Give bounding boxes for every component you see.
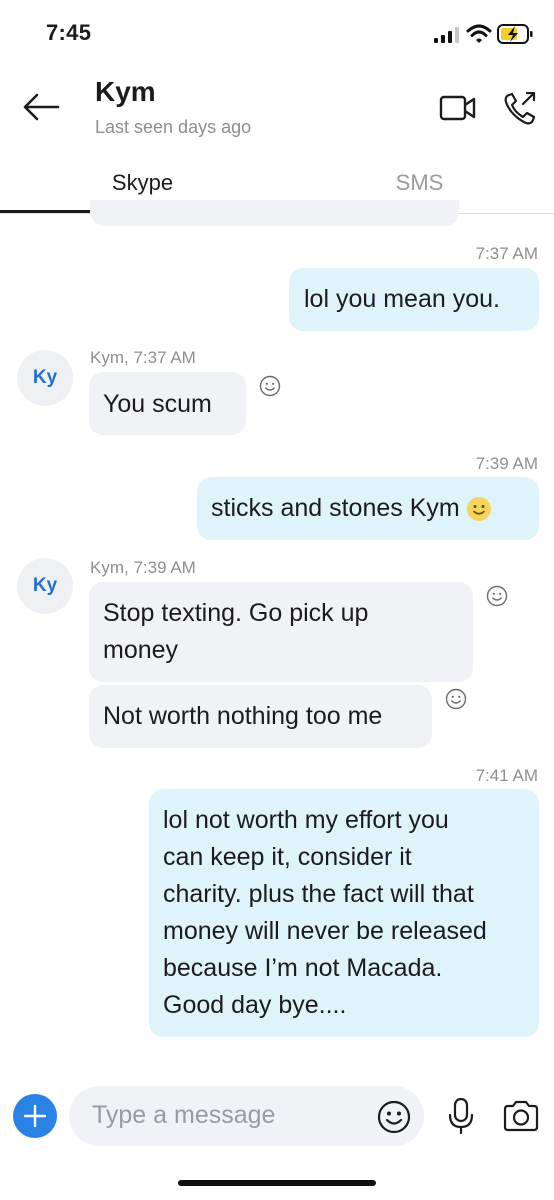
message-input-placeholder: Type a message (92, 1101, 276, 1129)
message-text: You scum (103, 390, 212, 418)
add-button[interactable] (13, 1094, 57, 1138)
sender-line: Kym, 7:39 AM (90, 558, 196, 577)
phone-call-icon[interactable] (503, 92, 537, 126)
partial-message-bubble (90, 200, 459, 226)
battery-charging-icon (497, 24, 533, 44)
outgoing-message[interactable]: lol not worth my effort you can keep it,… (149, 789, 539, 1037)
camera-icon[interactable] (502, 1100, 540, 1132)
back-arrow-icon[interactable] (22, 92, 60, 122)
message-text: lol you mean you. (304, 285, 500, 313)
outgoing-message[interactable]: lol you mean you. (289, 268, 539, 331)
reaction-icon[interactable] (445, 688, 467, 710)
message-text: sticks and stones Kym (211, 494, 460, 522)
message-text-line: Stop texting. Go pick up (103, 599, 369, 627)
cellular-signal-icon (434, 27, 459, 43)
message-timestamp: 7:37 AM (475, 244, 538, 263)
tab-sms[interactable]: SMS (277, 170, 554, 196)
sender-line: Kym, 7:37 AM (90, 348, 196, 367)
message-text-line: charity. plus the fact will that (163, 880, 474, 908)
incoming-message[interactable]: Stop texting. Go pick up money (89, 582, 473, 682)
emoji-icon[interactable] (377, 1100, 411, 1134)
message-text-line: lol not worth my effort you (163, 806, 449, 834)
add-icon (23, 1104, 47, 1128)
message-text-line: money will never be released (163, 917, 487, 945)
message-text-line: Good day bye.... (163, 991, 347, 1019)
message-timestamp: 7:39 AM (475, 454, 538, 473)
microphone-icon[interactable] (447, 1097, 475, 1135)
contact-name[interactable]: Kym (95, 76, 156, 108)
last-seen-status: Last seen days ago (95, 117, 252, 137)
message-text-line: because I’m not Macada. (163, 954, 443, 982)
smile-emoji-icon (466, 497, 491, 522)
avatar[interactable]: Ky (17, 350, 73, 406)
message-text-line: can keep it, consider it (163, 843, 412, 871)
message-text: Not worth nothing too me (103, 702, 383, 730)
incoming-message[interactable]: You scum (89, 372, 246, 435)
avatar[interactable]: Ky (17, 558, 73, 614)
incoming-message[interactable]: Not worth nothing too me (89, 685, 432, 748)
tab-skype[interactable]: Skype (0, 170, 285, 196)
wifi-icon (466, 24, 492, 43)
reaction-icon[interactable] (259, 375, 281, 397)
video-call-icon[interactable] (439, 94, 477, 122)
home-indicator[interactable] (178, 1180, 376, 1186)
reaction-icon[interactable] (486, 585, 508, 607)
message-text-line: money (103, 636, 179, 664)
status-time: 7:45 (46, 20, 92, 45)
message-timestamp: 7:41 AM (475, 766, 538, 785)
outgoing-message[interactable]: sticks and stones Kym (197, 477, 539, 540)
